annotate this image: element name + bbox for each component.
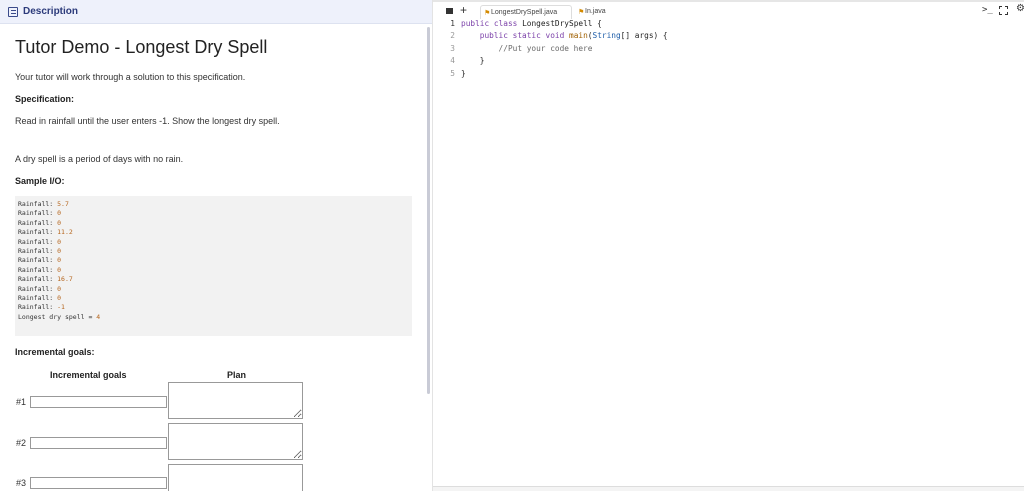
goal-2-input[interactable] bbox=[30, 437, 167, 449]
page-title: Tutor Demo - Longest Dry Spell bbox=[15, 37, 268, 57]
incremental-goals-heading: Incremental goals: bbox=[15, 347, 95, 357]
specification-heading: Specification: bbox=[15, 94, 75, 104]
files-icon[interactable] bbox=[446, 8, 453, 14]
sample-line: Rainfall: 5.7 bbox=[18, 200, 69, 208]
sample-line: Rainfall: 0 bbox=[18, 218, 62, 227]
tab-in-java[interactable]: ⚑ In.java bbox=[575, 5, 615, 19]
tab-longestdryspell[interactable]: ⚑ LongestDrySpell.java bbox=[480, 5, 572, 19]
sample-line: Rainfall: 0 bbox=[18, 209, 62, 218]
sample-io-block: Rainfall: 5.7 Rainfall: 0 Rainfall: 0 Ra… bbox=[15, 196, 412, 336]
code-line: 4 } bbox=[450, 56, 485, 65]
plan-1-textarea[interactable] bbox=[168, 382, 303, 419]
app-root: Description Tutor Demo - Longest Dry Spe… bbox=[0, 0, 1024, 491]
description-tab[interactable]: Description bbox=[23, 6, 78, 17]
plan-3-textarea[interactable] bbox=[168, 464, 303, 491]
code-line: 1 public class LongestDrySpell { bbox=[450, 19, 602, 28]
description-tab-bar: Description bbox=[0, 0, 432, 24]
sample-line: Rainfall: 11.2 bbox=[18, 228, 73, 237]
code-line: 5} bbox=[450, 69, 466, 78]
terminal-icon[interactable]: >_ bbox=[982, 5, 993, 15]
gear-icon[interactable]: ⚙ bbox=[1016, 3, 1024, 14]
java-file-icon: ⚑ bbox=[484, 10, 491, 17]
goal-row-number: #2 bbox=[16, 438, 27, 448]
sample-line: Rainfall: 0 bbox=[18, 284, 62, 293]
code-line: 2 public static void main(String[] args)… bbox=[450, 31, 668, 40]
goal-row-number: #1 bbox=[16, 397, 27, 407]
plan-2-textarea[interactable] bbox=[168, 423, 303, 460]
editor-toolbar: + ⚑ LongestDrySpell.java ⚑ In.java >_ ⚙ bbox=[433, 2, 1024, 20]
sample-line: Longest dry spell = 4 bbox=[18, 312, 101, 321]
sample-line: Rainfall: 0 bbox=[18, 294, 62, 303]
plan-column-header: Plan bbox=[227, 370, 247, 380]
editor-status-strip bbox=[433, 486, 1024, 491]
sample-io-heading: Sample I/O: bbox=[15, 176, 65, 186]
code-editor[interactable]: 1 public class LongestDrySpell { 2 public… bbox=[433, 19, 1024, 479]
sample-line: Rainfall: 0 bbox=[18, 256, 62, 265]
sample-line: Rainfall: 16.7 bbox=[18, 275, 73, 284]
dry-spell-definition: A dry spell is a period of days with no … bbox=[15, 154, 184, 164]
code-line: 3 //Put your code here bbox=[450, 44, 593, 53]
description-pane: Description Tutor Demo - Longest Dry Spe… bbox=[0, 0, 432, 491]
add-file-icon[interactable]: + bbox=[460, 3, 467, 17]
intro-text: Your tutor will work through a solution … bbox=[15, 72, 246, 82]
sample-line: Rainfall: -1 bbox=[18, 303, 65, 312]
description-scrollbar[interactable] bbox=[427, 27, 430, 394]
goals-column-header: Incremental goals bbox=[50, 370, 127, 380]
sample-line: Rainfall: 0 bbox=[18, 247, 62, 256]
expand-icon[interactable] bbox=[999, 6, 1008, 15]
goal-3-input[interactable] bbox=[30, 477, 167, 489]
editor-pane: + ⚑ LongestDrySpell.java ⚑ In.java >_ ⚙ … bbox=[432, 0, 1024, 491]
description-icon bbox=[8, 7, 18, 17]
goal-row-number: #3 bbox=[16, 478, 27, 488]
sample-line: Rainfall: 0 bbox=[18, 265, 62, 274]
sample-line: Rainfall: 0 bbox=[18, 237, 62, 246]
goal-1-input[interactable] bbox=[30, 396, 167, 408]
specification-text: Read in rainfall until the user enters -… bbox=[15, 116, 280, 126]
java-file-icon: ⚑ bbox=[578, 9, 585, 16]
